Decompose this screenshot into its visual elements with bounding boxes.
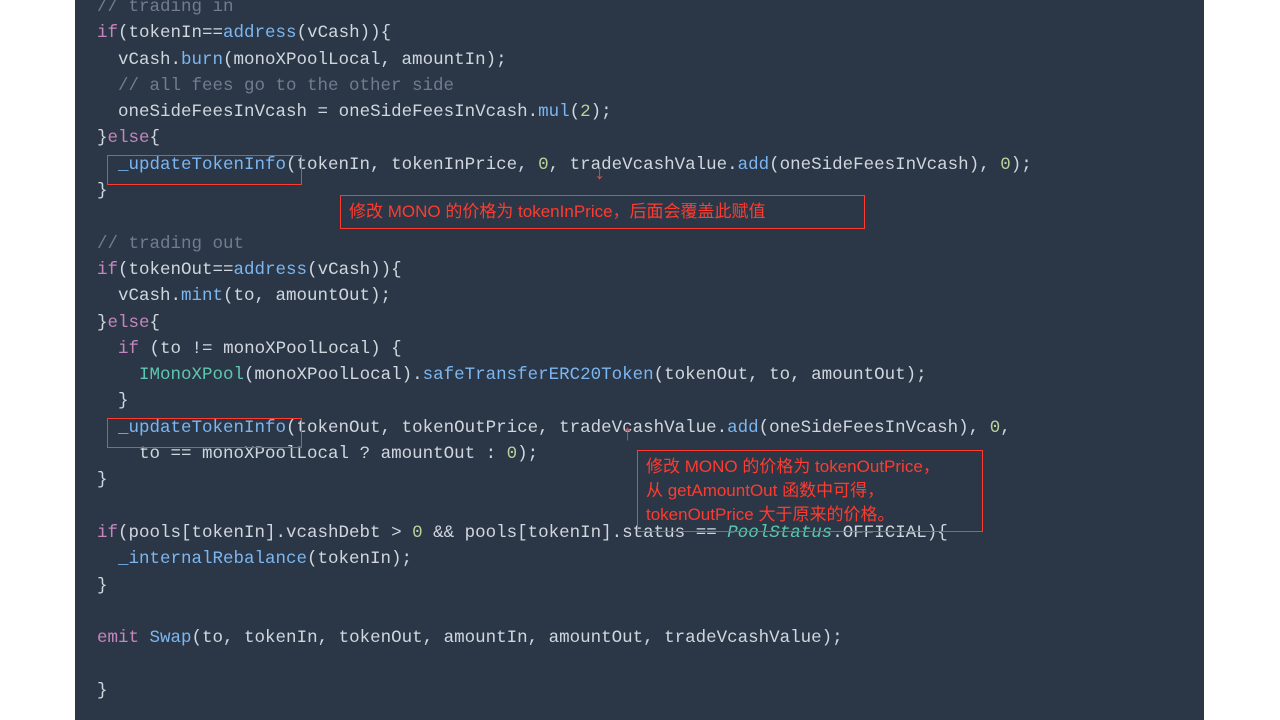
code-line-12: vCash.mint(to, amountOut); bbox=[97, 286, 391, 306]
code-line-19: } bbox=[97, 470, 108, 490]
annotation-text-1: 修改 MONO 的价格为 tokenInPrice，后面会覆盖此赋值 bbox=[349, 202, 766, 221]
annotation-callout-2: 修改 MONO 的价格为 tokenOutPrice， 从 getAmountO… bbox=[637, 450, 983, 532]
code-line-2: if(tokenIn==address(vCash)){ bbox=[97, 23, 391, 43]
code-line-4: // all fees go to the other side bbox=[97, 76, 454, 96]
code-line-1: // trading in bbox=[97, 0, 234, 17]
annotation-text-2-line3: tokenOutPrice 大于原来的价格。 bbox=[646, 503, 974, 527]
code-line-14: if (to != monoXPoolLocal) { bbox=[97, 339, 402, 359]
code-line-6: }else{ bbox=[97, 128, 160, 148]
code-line-27: } bbox=[97, 681, 108, 701]
code-line-11: if(tokenOut==address(vCash)){ bbox=[97, 260, 402, 280]
annotation-callout-1: 修改 MONO 的价格为 tokenInPrice，后面会覆盖此赋值 bbox=[340, 195, 865, 229]
code-content: // trading in if(tokenIn==address(vCash)… bbox=[97, 0, 1032, 704]
code-line-13: }else{ bbox=[97, 313, 160, 333]
annotation-text-2-line1: 修改 MONO 的价格为 tokenOutPrice， bbox=[646, 455, 974, 479]
code-line-25: emit Swap(to, tokenIn, tokenOut, amountI… bbox=[97, 628, 843, 648]
code-line-23: } bbox=[97, 576, 108, 596]
code-editor: // trading in if(tokenIn==address(vCash)… bbox=[75, 0, 1204, 720]
annotation-text-2-line2: 从 getAmountOut 函数中可得， bbox=[646, 479, 974, 503]
code-line-10: // trading out bbox=[97, 234, 244, 254]
code-line-16: } bbox=[97, 391, 129, 411]
code-line-22: _internalRebalance(tokenIn); bbox=[97, 549, 412, 569]
code-line-8: } bbox=[97, 181, 108, 201]
code-line-7: _updateTokenInfo(tokenIn, tokenInPrice, … bbox=[97, 155, 1032, 175]
code-line-5: oneSideFeesInVcash = oneSideFeesInVcash.… bbox=[97, 102, 612, 122]
code-line-15: IMonoXPool(monoXPoolLocal).safeTransferE… bbox=[97, 365, 927, 385]
code-line-3: vCash.burn(monoXPoolLocal, amountIn); bbox=[97, 50, 507, 70]
code-line-18: to == monoXPoolLocal ? amountOut : 0); bbox=[97, 444, 538, 464]
code-line-17: _updateTokenInfo(tokenOut, tokenOutPrice… bbox=[97, 418, 1011, 438]
